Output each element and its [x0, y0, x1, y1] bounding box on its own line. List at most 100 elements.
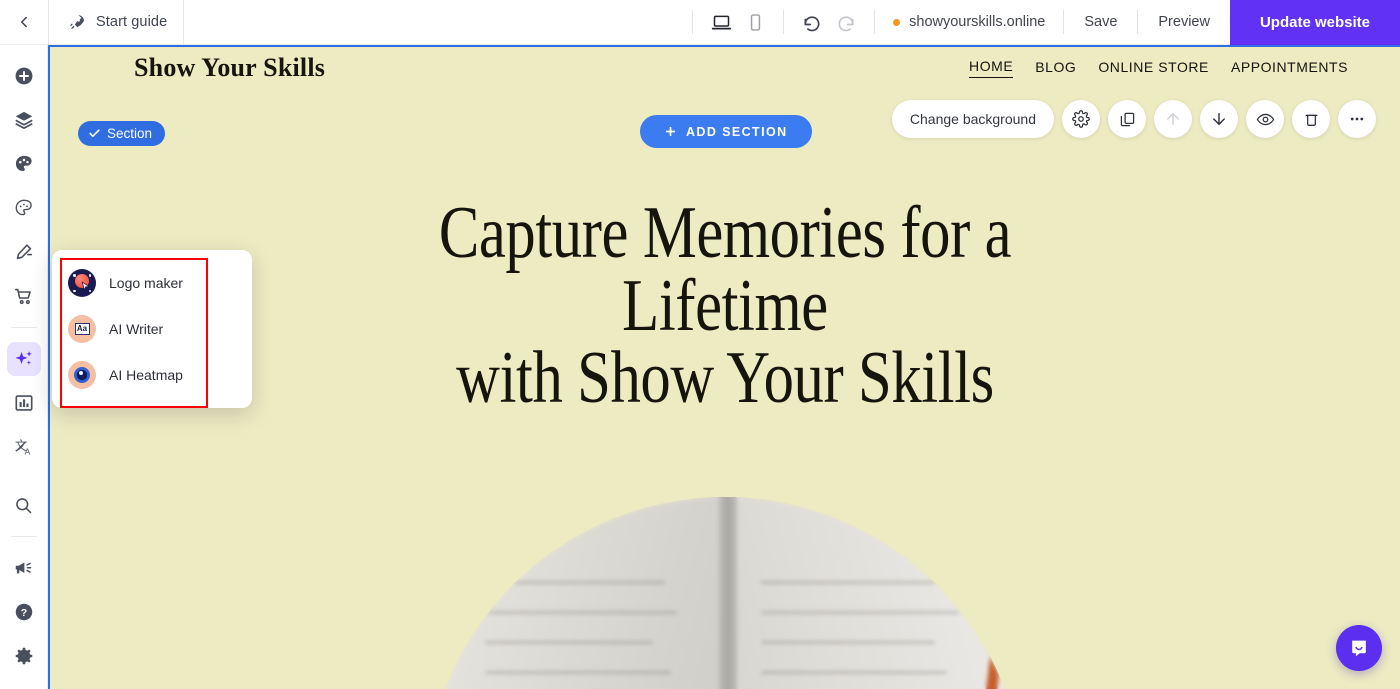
shopping-cart-icon [14, 288, 31, 305]
website-builder-app: Start guide showyourskills.online Save P… [0, 0, 1400, 689]
chat-bubble-icon [1352, 640, 1366, 657]
history-group [784, 6, 874, 38]
top-toolbar: Start guide showyourskills.online Save P… [0, 0, 1400, 45]
pencil-icon [16, 244, 32, 260]
plus-circle-icon [15, 67, 32, 85]
save-button[interactable]: Save [1064, 0, 1137, 44]
sidebar-item-theme[interactable] [7, 191, 41, 225]
domain-status-dot [893, 18, 901, 26]
undo-button[interactable] [796, 6, 828, 38]
gear-icon [15, 647, 32, 665]
sidebar-item-settings[interactable] [7, 639, 41, 673]
device-toggle-group [693, 6, 783, 38]
logo-dot [73, 274, 76, 277]
svg-text:?: ? [20, 607, 26, 619]
ai-menu-item-logo-maker[interactable]: Logo maker [52, 260, 252, 306]
ellipsis-icon [1350, 117, 1364, 121]
top-toolbar-right: showyourskills.online Save Preview Updat… [692, 0, 1400, 45]
heatmap-target [74, 367, 90, 383]
svg-text:A: A [24, 446, 30, 456]
sidebar-divider-2 [10, 536, 37, 537]
palette-filled-icon [15, 155, 32, 171]
chevron-left-icon [21, 16, 27, 28]
arrow-up-icon [1167, 113, 1179, 125]
update-website-button[interactable]: Update website [1229, 0, 1400, 45]
ai-heatmap-icon [68, 361, 96, 389]
logo-maker-icon [68, 269, 96, 297]
section-badge-label: Section [107, 126, 153, 141]
ai-writer-icon: Aa [68, 315, 96, 343]
sidebar-item-add[interactable] [7, 59, 41, 93]
more-options-button[interactable] [1338, 100, 1376, 138]
intercom-chat-button[interactable] [1336, 625, 1382, 671]
ai-menu-label: AI Heatmap [109, 367, 183, 383]
palette-outline-icon [15, 199, 32, 216]
move-section-down-button[interactable] [1200, 100, 1238, 138]
redo-button[interactable] [830, 6, 862, 38]
mobile-icon [750, 13, 760, 31]
duplicate-section-button[interactable] [1108, 100, 1146, 138]
add-section-button[interactable]: ADD SECTION [640, 115, 812, 148]
photo-blur-overlay [425, 497, 1025, 689]
ai-sparkles-icon [14, 351, 32, 365]
ai-menu-item-ai-heatmap[interactable]: AI Heatmap [52, 352, 252, 398]
logo-dot [73, 289, 76, 292]
section-selected-badge[interactable]: Section [78, 121, 166, 146]
sidebar-item-layers[interactable] [7, 103, 41, 137]
sidebar-item-help[interactable]: ? [7, 595, 41, 629]
sidebar-item-ai-tools[interactable] [6, 342, 41, 376]
sidebar-bottom-group: ? [7, 488, 41, 689]
delete-section-button[interactable] [1292, 100, 1330, 138]
bar-chart-icon [14, 395, 33, 411]
megaphone-icon [15, 562, 31, 574]
ai-menu-item-ai-writer[interactable]: Aa AI Writer [52, 306, 252, 352]
hero-photo-image: AUTO SEARS MC [425, 497, 1025, 689]
site-domain[interactable]: showyourskills.online [875, 14, 1063, 30]
eye-icon [1256, 113, 1274, 125]
redo-icon [838, 16, 854, 32]
gear-icon [1072, 110, 1090, 128]
section-settings-button[interactable] [1062, 100, 1100, 138]
copy-icon [1120, 112, 1134, 126]
back-button[interactable] [0, 0, 48, 44]
ai-tools-menu: Logo maker Aa AI Writer AI Heatmap [52, 250, 252, 408]
trash-icon [1305, 114, 1317, 126]
hero-photo[interactable]: AUTO SEARS MC [425, 497, 1025, 689]
sidebar-item-online-store[interactable] [7, 279, 41, 313]
sidebar-item-analytics[interactable] [7, 386, 41, 420]
hero-heading[interactable]: Capture Memories for a Lifetime with Sho… [331, 196, 1118, 415]
change-background-button[interactable]: Change background [891, 100, 1054, 138]
logo-dot [88, 274, 91, 277]
start-guide-button[interactable]: Start guide [49, 0, 183, 44]
preview-button[interactable]: Preview [1138, 0, 1230, 44]
domain-label: showyourskills.online [909, 14, 1046, 30]
desktop-view-button[interactable] [705, 6, 737, 38]
cursor-icon [81, 281, 90, 292]
search-icon [16, 497, 32, 513]
ai-menu-label: Logo maker [109, 275, 183, 291]
hide-section-button[interactable] [1246, 100, 1284, 138]
left-sidebar: 文 A [0, 45, 48, 689]
undo-icon [804, 16, 820, 32]
plus-icon [665, 126, 676, 137]
sidebar-item-marketing[interactable] [7, 551, 41, 585]
hero-heading-line2: with Show Your Skills [456, 337, 994, 420]
ai-menu-label: AI Writer [109, 321, 164, 337]
arrow-down-icon [1213, 113, 1225, 125]
section-toolbar: Change background [891, 100, 1376, 138]
aa-text-box: Aa [74, 323, 90, 335]
move-section-up-button[interactable] [1154, 100, 1192, 138]
sidebar-item-site-styles[interactable] [7, 147, 41, 181]
start-guide-label: Start guide [96, 14, 168, 30]
add-section-label: ADD SECTION [686, 124, 788, 139]
hero-heading-line1: Capture Memories for a Lifetime [438, 192, 1012, 347]
sidebar-item-design[interactable] [7, 235, 41, 269]
sidebar-divider [10, 327, 37, 328]
sidebar-item-search[interactable] [7, 488, 41, 522]
check-icon [89, 129, 100, 138]
mobile-view-button[interactable] [739, 6, 771, 38]
layers-icon [14, 111, 33, 130]
sidebar-item-languages[interactable]: 文 A [7, 430, 41, 464]
sidebar-top-group: 文 A [6, 45, 41, 464]
